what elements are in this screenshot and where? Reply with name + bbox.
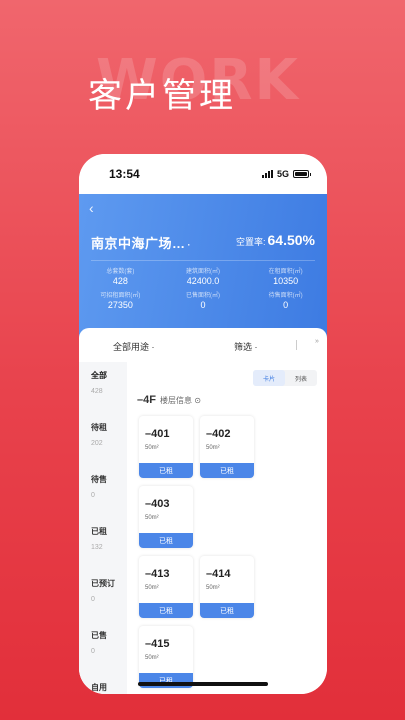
unit-status: 已租 [200, 463, 254, 478]
unit-status: 已租 [139, 603, 193, 618]
stat-value: 428 [112, 276, 128, 286]
sidebar-item-count: 428 [91, 388, 103, 395]
sidebar-item-count: 132 [91, 544, 103, 551]
unit-number: –413 [145, 568, 170, 580]
unit-number: –402 [206, 428, 231, 440]
more-icon[interactable]: » [315, 338, 319, 345]
unit-area: 50m² [145, 515, 159, 521]
sidebar-item-label: 已售 [91, 631, 107, 640]
sidebar-item-reserved[interactable]: 已预订 0 [91, 578, 115, 603]
vacancy-rate: 空置率: 64.50% [236, 232, 315, 248]
stat-value: 42400.0 [186, 276, 220, 286]
unit-status: 已租 [139, 463, 193, 478]
unit-card[interactable]: –413 50m² 已租 [139, 556, 193, 618]
unit-area: 50m² [206, 445, 220, 451]
signal-icon [261, 170, 273, 178]
sidebar-item-label: 待租 [91, 423, 107, 432]
unit-number: –401 [145, 428, 170, 440]
unit-number: –414 [206, 568, 231, 580]
stat-label: 已售面积(㎡) [185, 293, 220, 299]
stat-value: 0 [200, 300, 206, 310]
unit-card[interactable]: –414 50m² 已租 [200, 556, 254, 618]
sidebar-item-label: 自用 [91, 683, 107, 692]
stat-label: 在租面积(㎡) [268, 269, 303, 275]
stat-total-units: 总套数(套) 428 [79, 266, 162, 286]
stat-rentable-area: 可招租面积(㎡) 27350 [79, 290, 162, 310]
project-name: 南京中海广场… [91, 236, 186, 251]
sidebar-item-label: 待售 [91, 475, 107, 484]
unit-number: –403 [145, 498, 170, 510]
project-header: ‹ 南京中海广场… · 空置率: 64.50% 总套数(套) 428 建筑面积(㎡)… [79, 194, 327, 344]
card-view-tab[interactable]: 卡片 [253, 370, 285, 386]
unit-card[interactable]: –403 50m² 已租 [139, 486, 193, 548]
network-label: 5G [276, 169, 289, 179]
stat-label: 建筑面积(㎡) [185, 269, 220, 275]
sidebar-item-count: 0 [91, 648, 95, 655]
unit-card[interactable]: –415 50m² 已租 [139, 626, 193, 688]
stats-grid: 总套数(套) 428 建筑面积(㎡) 42400.0 在租面积(㎡) 10350… [79, 266, 327, 310]
status-sidebar: 全部 428 待租 202 待售 0 已租 132 已预订 0 已售 0 自用 [79, 362, 127, 694]
unit-number: –415 [145, 638, 170, 650]
project-selector[interactable]: 南京中海广场… · [91, 233, 191, 252]
sidebar-item-label: 全部 [91, 371, 107, 380]
unit-area: 50m² [145, 655, 159, 661]
sidebar-item-sold[interactable]: 已售 0 [91, 630, 107, 655]
view-toggle: 卡片 列表 [253, 370, 317, 386]
unit-card[interactable]: –401 50m² 已租 [139, 416, 193, 478]
home-indicator[interactable] [138, 682, 268, 686]
floor-name: –4F [137, 394, 156, 406]
status-bar: 13:54 5G [79, 154, 327, 194]
stat-for-sale-area: 待售面积(㎡) 0 [244, 290, 327, 310]
sidebar-item-count: 202 [91, 440, 103, 447]
content-panel: 全部用途 · 筛选 · » 全部 428 待租 202 待售 0 已租 132 … [79, 328, 327, 694]
floor-info-link[interactable]: 楼层信息 ⊙ [160, 396, 201, 405]
stat-label: 可招租面积(㎡) [100, 293, 141, 299]
vacancy-label: 空置率: [236, 237, 266, 247]
sidebar-item-to-sell[interactable]: 待售 0 [91, 474, 107, 499]
hero-title: 客户管理 [88, 76, 236, 116]
unit-area: 50m² [145, 445, 159, 451]
status-indicators: 5G [261, 169, 311, 179]
phone-frame: 13:54 5G ‹ 南京中海广场… · 空置率: 64.50% 总套数(套) 42… [79, 154, 327, 694]
stat-value: 10350 [273, 276, 299, 286]
dropdown-icon: · [187, 240, 192, 250]
usage-filter[interactable]: 全部用途 · [113, 340, 155, 353]
stat-label: 待售面积(㎡) [268, 293, 303, 299]
header-divider [91, 260, 315, 261]
stat-building-area: 建筑面积(㎡) 42400.0 [162, 266, 245, 286]
unit-status: 已租 [200, 603, 254, 618]
sidebar-item-rented[interactable]: 已租 132 [91, 526, 107, 551]
status-time: 13:54 [109, 167, 140, 181]
sidebar-item-count: 0 [91, 596, 95, 603]
screen-filter[interactable]: 筛选 · [234, 340, 258, 353]
filter-divider [296, 340, 297, 350]
vacancy-value: 64.50% [267, 232, 315, 248]
list-view-tab[interactable]: 列表 [285, 370, 317, 386]
sidebar-item-label: 已预订 [91, 579, 115, 588]
stat-value: 27350 [107, 300, 133, 310]
stat-rented-area: 在租面积(㎡) 10350 [244, 266, 327, 286]
unit-area: 50m² [145, 585, 159, 591]
chevron-left-icon[interactable]: ‹ [89, 200, 94, 216]
sidebar-item-all[interactable]: 全部 428 [91, 370, 107, 395]
sidebar-item-self-use[interactable]: 自用 [91, 682, 107, 693]
stat-value: 0 [283, 300, 289, 310]
unit-status: 已租 [139, 533, 193, 548]
battery-icon [293, 170, 311, 178]
stat-label: 总套数(套) [106, 269, 135, 275]
floor-header: –4F 楼层信息 ⊙ [137, 394, 201, 406]
unit-area: 50m² [206, 585, 220, 591]
sidebar-item-label: 已租 [91, 527, 107, 536]
sidebar-item-to-rent[interactable]: 待租 202 [91, 422, 107, 447]
unit-card[interactable]: –402 50m² 已租 [200, 416, 254, 478]
sidebar-item-count: 0 [91, 492, 95, 499]
stat-sold-area: 已售面积(㎡) 0 [162, 290, 245, 310]
